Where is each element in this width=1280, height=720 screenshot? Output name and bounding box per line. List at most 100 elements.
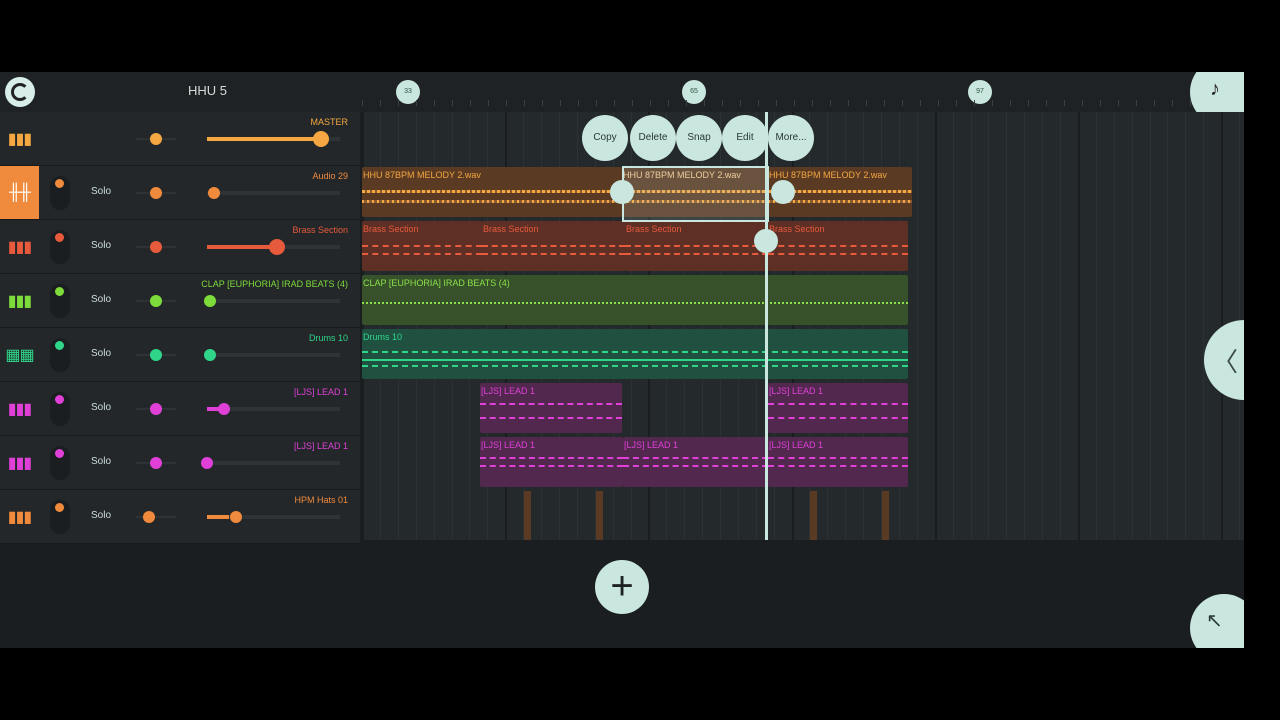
- ruler-tick: [1082, 100, 1083, 106]
- ruler-tick: [740, 100, 741, 106]
- volume-slider[interactable]: [207, 187, 340, 199]
- bar-marker[interactable]: 97: [968, 80, 992, 104]
- pan-knob[interactable]: [150, 187, 162, 199]
- volume-slider[interactable]: [207, 131, 340, 147]
- playlist-area[interactable]: HHU 87BPM MELODY 2.wav HHU 87BPM MELODY …: [362, 112, 1244, 540]
- pan-knob[interactable]: [143, 511, 155, 523]
- ruler-tick: [416, 100, 417, 106]
- audio-clip[interactable]: HHU 87BPM MELODY 2.wav: [362, 167, 622, 217]
- volume-slider[interactable]: [207, 511, 340, 523]
- pan-knob[interactable]: [150, 349, 162, 361]
- pattern-clip[interactable]: [LJS] LEAD 1: [480, 437, 623, 487]
- ruler-tick: [398, 100, 399, 106]
- hat-clip[interactable]: [882, 491, 889, 540]
- track-name: Audio 29: [312, 171, 348, 181]
- volume-slider[interactable]: [201, 457, 340, 469]
- project-title[interactable]: HHU 5: [188, 83, 227, 98]
- pan-knob[interactable]: [150, 457, 162, 469]
- more-button[interactable]: More...: [768, 115, 814, 161]
- hat-clip[interactable]: [524, 491, 531, 540]
- pan-knob[interactable]: [150, 133, 162, 145]
- pattern-clip[interactable]: [LJS] LEAD 1: [623, 437, 768, 487]
- fl-studio-mobile: HHU 5 33 65 97 ♪ ▮▮▮ MASTER ╫╫ Audio 29 …: [0, 72, 1244, 648]
- edit-button[interactable]: Edit: [722, 115, 768, 161]
- piano-icon[interactable]: ▮▮▮: [0, 220, 39, 273]
- pattern-clip[interactable]: Brass Section: [482, 221, 625, 271]
- pattern-clip[interactable]: [LJS] LEAD 1: [480, 383, 622, 433]
- mute-toggle[interactable]: [50, 230, 70, 264]
- pattern-clip[interactable]: [LJS] LEAD 1: [768, 383, 908, 433]
- arrow-up-left-icon[interactable]: ↖: [1190, 594, 1244, 648]
- ruler-tick: [758, 100, 759, 106]
- volume-slider[interactable]: [207, 403, 340, 415]
- solo-button[interactable]: Solo: [91, 240, 111, 251]
- piano-icon[interactable]: ▮▮▮: [0, 490, 39, 543]
- solo-button[interactable]: Solo: [91, 294, 111, 305]
- ruler-tick: [1046, 100, 1047, 106]
- grid-line: [1150, 112, 1151, 540]
- mute-toggle[interactable]: [50, 446, 70, 480]
- waveform-icon[interactable]: ╫╫: [0, 166, 39, 219]
- volume-slider[interactable]: [204, 349, 340, 361]
- pan-knob[interactable]: [150, 295, 162, 307]
- ruler-tick: [596, 100, 597, 106]
- mute-toggle[interactable]: [50, 176, 70, 210]
- mute-toggle[interactable]: [50, 338, 70, 372]
- solo-button[interactable]: Solo: [91, 186, 111, 197]
- pattern-clip[interactable]: [LJS] LEAD 1: [768, 437, 908, 487]
- mute-toggle[interactable]: [50, 392, 70, 426]
- pattern-clip[interactable]: Brass Section: [768, 221, 908, 271]
- pan-knob[interactable]: [150, 403, 162, 415]
- grid-line: [1167, 112, 1168, 540]
- snap-button[interactable]: Snap: [676, 115, 722, 161]
- ruler-tick: [884, 100, 885, 106]
- track-drums-10: ▦▦ Drums 10 Solo: [0, 328, 360, 382]
- volume-slider[interactable]: [207, 239, 340, 255]
- ruler-tick: [1010, 100, 1011, 106]
- track-name: [LJS] LEAD 1: [293, 441, 348, 451]
- ruler-tick: [380, 100, 381, 106]
- grid-line: [1078, 112, 1080, 540]
- hat-clip[interactable]: [596, 491, 603, 540]
- pattern-clip[interactable]: CLAP [EUPHORIA] IRAD BEATS (4): [362, 275, 908, 325]
- selection-handle-right[interactable]: [771, 180, 795, 204]
- track-name: CLAP [EUPHORIA] IRAD BEATS (4): [201, 279, 348, 289]
- grid-line: [917, 112, 918, 540]
- timeline-ruler[interactable]: 33 65 97: [362, 72, 1244, 112]
- track-name: Drums 10: [308, 333, 348, 343]
- solo-button[interactable]: Solo: [91, 456, 111, 467]
- hat-clip[interactable]: [810, 491, 817, 540]
- ruler-tick: [1100, 100, 1101, 106]
- playhead[interactable]: [765, 112, 768, 540]
- piano-icon[interactable]: ▮▮▮: [0, 436, 39, 489]
- solo-button[interactable]: Solo: [91, 348, 111, 359]
- selection-handle-left[interactable]: [610, 180, 634, 204]
- mute-toggle[interactable]: [50, 284, 70, 318]
- piano-icon[interactable]: ▮▮▮: [0, 382, 39, 435]
- piano-icon[interactable]: ▮▮▮: [0, 274, 39, 327]
- selection-box[interactable]: [622, 166, 769, 222]
- ruler-tick: [506, 100, 507, 106]
- track-name: MASTER: [310, 117, 348, 127]
- pan-knob[interactable]: [150, 241, 162, 253]
- pattern-clip[interactable]: Brass Section: [625, 221, 768, 271]
- ruler-tick: [1172, 100, 1173, 106]
- mute-toggle[interactable]: [50, 500, 70, 534]
- mixer-icon[interactable]: ▮▮▮: [0, 112, 39, 165]
- volume-slider[interactable]: [204, 295, 340, 307]
- track-name: [LJS] LEAD 1: [293, 387, 348, 397]
- delete-button[interactable]: Delete: [630, 115, 676, 161]
- solo-button[interactable]: Solo: [91, 402, 111, 413]
- ruler-tick: [722, 100, 723, 106]
- drum-grid-icon[interactable]: ▦▦: [0, 328, 39, 381]
- copy-button[interactable]: Copy: [582, 115, 628, 161]
- pattern-clip[interactable]: Brass Section: [362, 221, 482, 271]
- ruler-tick: [1028, 100, 1029, 106]
- ruler-tick: [668, 100, 669, 106]
- ruler-tick: [560, 100, 561, 106]
- ruler-tick: [1154, 100, 1155, 106]
- pattern-clip[interactable]: Drums 10: [362, 329, 908, 379]
- plus-icon[interactable]: +: [595, 560, 649, 614]
- solo-button[interactable]: Solo: [91, 510, 111, 521]
- fl-logo-icon[interactable]: [5, 77, 35, 107]
